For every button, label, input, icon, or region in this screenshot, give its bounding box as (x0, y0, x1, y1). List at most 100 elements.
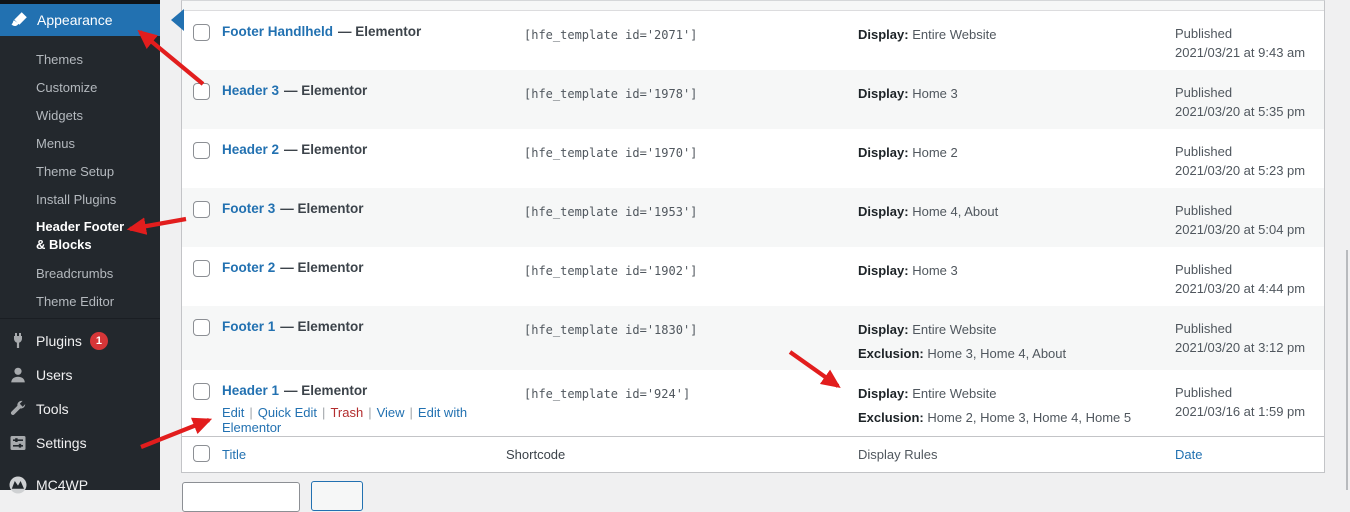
display-rules-cell: Display: Entire Website Exclusion: Home … (846, 306, 1164, 370)
elementor-post-state: — Elementor (284, 83, 367, 98)
date-cell: Published 2021/03/20 at 5:04 pm (1164, 188, 1324, 247)
publish-date: 2021/03/20 at 4:44 pm (1175, 279, 1324, 298)
sort-by-date[interactable]: Date (1175, 447, 1202, 462)
elementor-post-state: — Elementor (284, 383, 367, 398)
publish-date: 2021/03/20 at 5:23 pm (1175, 161, 1324, 180)
display-rules-cell: Display: Entire Website (846, 11, 1164, 70)
template-title-link[interactable]: Header 2 (222, 142, 279, 157)
sidebar-item-customize[interactable]: Customize (0, 73, 160, 101)
row-checkbox[interactable] (193, 201, 210, 218)
row-checkbox[interactable] (193, 83, 210, 100)
cut-off-row-remnant (182, 1, 1324, 11)
display-rules-cell: Display: Home 2 (846, 129, 1164, 188)
publish-status: Published (1175, 142, 1324, 161)
date-cell: Published 2021/03/21 at 9:43 am (1164, 11, 1324, 70)
sidebar-item-widgets[interactable]: Widgets (0, 101, 160, 129)
separator: | (244, 405, 257, 420)
template-title-link[interactable]: Header 3 (222, 83, 279, 98)
publish-date: 2021/03/20 at 5:04 pm (1175, 220, 1324, 239)
table-row: Header 3 — Elementor [hfe_template id='19… (182, 70, 1324, 129)
template-title-link[interactable]: Header 1 (222, 383, 279, 398)
plugin-icon (8, 331, 28, 351)
date-cell: Published 2021/03/20 at 4:44 pm (1164, 247, 1324, 306)
sidebar-item-theme-editor[interactable]: Theme Editor (0, 287, 160, 315)
publish-date: 2021/03/20 at 3:12 pm (1175, 338, 1324, 357)
quick-edit-link[interactable]: Quick Edit (258, 405, 317, 420)
bulk-actions-select[interactable] (182, 482, 300, 512)
wrench-icon (8, 399, 28, 419)
row-checkbox[interactable] (193, 319, 210, 336)
view-link[interactable]: View (377, 405, 405, 420)
sidebar-item-label: Settings (36, 435, 87, 451)
sidebar-item-mc4wp[interactable]: MC4WP (0, 468, 160, 502)
shortcode-cell: [hfe_template id='1830'] (496, 306, 846, 370)
sidebar-item-header-footer-blocks[interactable]: Header Footer & Blocks (0, 213, 160, 259)
publish-status: Published (1175, 83, 1324, 102)
current-menu-arrow (160, 9, 184, 31)
row-checkbox[interactable] (193, 142, 210, 159)
appearance-submenu: Themes Customize Widgets Menus Theme Set… (0, 45, 160, 315)
sidebar-item-label: Tools (36, 401, 69, 417)
sidebar-item-breadcrumbs[interactable]: Breadcrumbs (0, 259, 160, 287)
shortcode-cell: [hfe_template id='924'] (496, 370, 846, 436)
display-rules-cell: Display: Home 3 (846, 247, 1164, 306)
trash-link[interactable]: Trash (330, 405, 363, 420)
admin-bar-sliver (0, 0, 160, 4)
sidebar-item-theme-setup[interactable]: Theme Setup (0, 157, 160, 185)
date-cell: Published 2021/03/20 at 3:12 pm (1164, 306, 1324, 370)
sidebar-item-appearance[interactable]: Appearance (0, 4, 160, 36)
table-row: Footer Handlheld— Elementor [hfe_templat… (182, 11, 1324, 70)
sidebar-item-label: MC4WP (36, 477, 88, 493)
elementor-post-state: — Elementor (338, 24, 421, 39)
admin-main-menu: Plugins 1 Users Tools (0, 324, 160, 502)
scrollbar[interactable] (1346, 250, 1348, 490)
sidebar-item-plugins[interactable]: Plugins 1 (0, 324, 160, 358)
sort-by-title[interactable]: Title (222, 447, 246, 462)
display-rules-cell: Display: Home 3 (846, 70, 1164, 129)
row-checkbox[interactable] (193, 24, 210, 41)
row-checkbox[interactable] (193, 260, 210, 277)
user-icon (8, 365, 28, 385)
shortcode-cell: [hfe_template id='1970'] (496, 129, 846, 188)
row-actions: Edit|Quick Edit|Trash|View|Edit with Ele… (222, 405, 496, 435)
plugins-update-badge: 1 (90, 332, 108, 350)
mc4wp-logo-icon (8, 475, 28, 495)
table-row: Footer 1— Elementor [hfe_template id='18… (182, 306, 1324, 370)
admin-sidebar: Appearance Themes Customize Widgets Menu… (0, 0, 160, 490)
templates-list-table: Footer Handlheld — Elementor [hfe_templat… (181, 0, 1325, 473)
publish-date: 2021/03/20 at 5:35 pm (1175, 102, 1324, 121)
template-title-link[interactable]: Footer Handlheld (222, 24, 333, 39)
display-rules-column-header: Display Rules (846, 447, 1164, 462)
sidebar-item-menus[interactable]: Menus (0, 129, 160, 157)
sidebar-item-themes[interactable]: Themes (0, 45, 160, 73)
table-row: Header 2— Elementor [hfe_template id='19… (182, 129, 1324, 188)
sidebar-item-users[interactable]: Users (0, 358, 160, 392)
edit-link[interactable]: Edit (222, 405, 244, 420)
shortcode-cell: [hfe_template id='1902'] (496, 247, 846, 306)
publish-status: Published (1175, 260, 1324, 279)
publish-date: 2021/03/16 at 1:59 pm (1175, 402, 1324, 421)
row-checkbox[interactable] (193, 383, 210, 400)
apply-button[interactable] (311, 481, 363, 511)
template-title-link[interactable]: Footer 2 (222, 260, 275, 275)
publish-status: Published (1175, 24, 1324, 43)
sidebar-item-settings[interactable]: Settings (0, 426, 160, 460)
template-title-link[interactable]: Footer 1 (222, 319, 275, 334)
template-title-link[interactable]: Footer 3 (222, 201, 275, 216)
admin-content-area: Footer Handlheld — Elementor [hfe_templat… (160, 0, 1350, 490)
select-all-checkbox[interactable] (193, 445, 210, 462)
date-cell: Published 2021/03/16 at 1:59 pm (1164, 370, 1324, 436)
table-row: Footer 3— Elementor [hfe_template id='19… (182, 188, 1324, 247)
table-row: Header 1— Elementor Edit|Quick Edit|Tras… (182, 370, 1324, 436)
wp-admin-screen: { "sidebar": { "appearance_label": "Appe… (0, 0, 1350, 490)
elementor-post-state: — Elementor (280, 201, 363, 216)
table-footer-header: Title Shortcode Display Rules Date (182, 436, 1324, 472)
publish-status: Published (1175, 383, 1324, 402)
sidebar-divider (0, 318, 160, 319)
shortcode-cell: [hfe_template id='1978'] (496, 70, 846, 129)
shortcode-column-header: Shortcode (496, 447, 846, 462)
sidebar-item-install-plugins[interactable]: Install Plugins (0, 185, 160, 213)
separator: | (405, 405, 418, 420)
appearance-brush-icon (9, 10, 29, 30)
sidebar-item-tools[interactable]: Tools (0, 392, 160, 426)
